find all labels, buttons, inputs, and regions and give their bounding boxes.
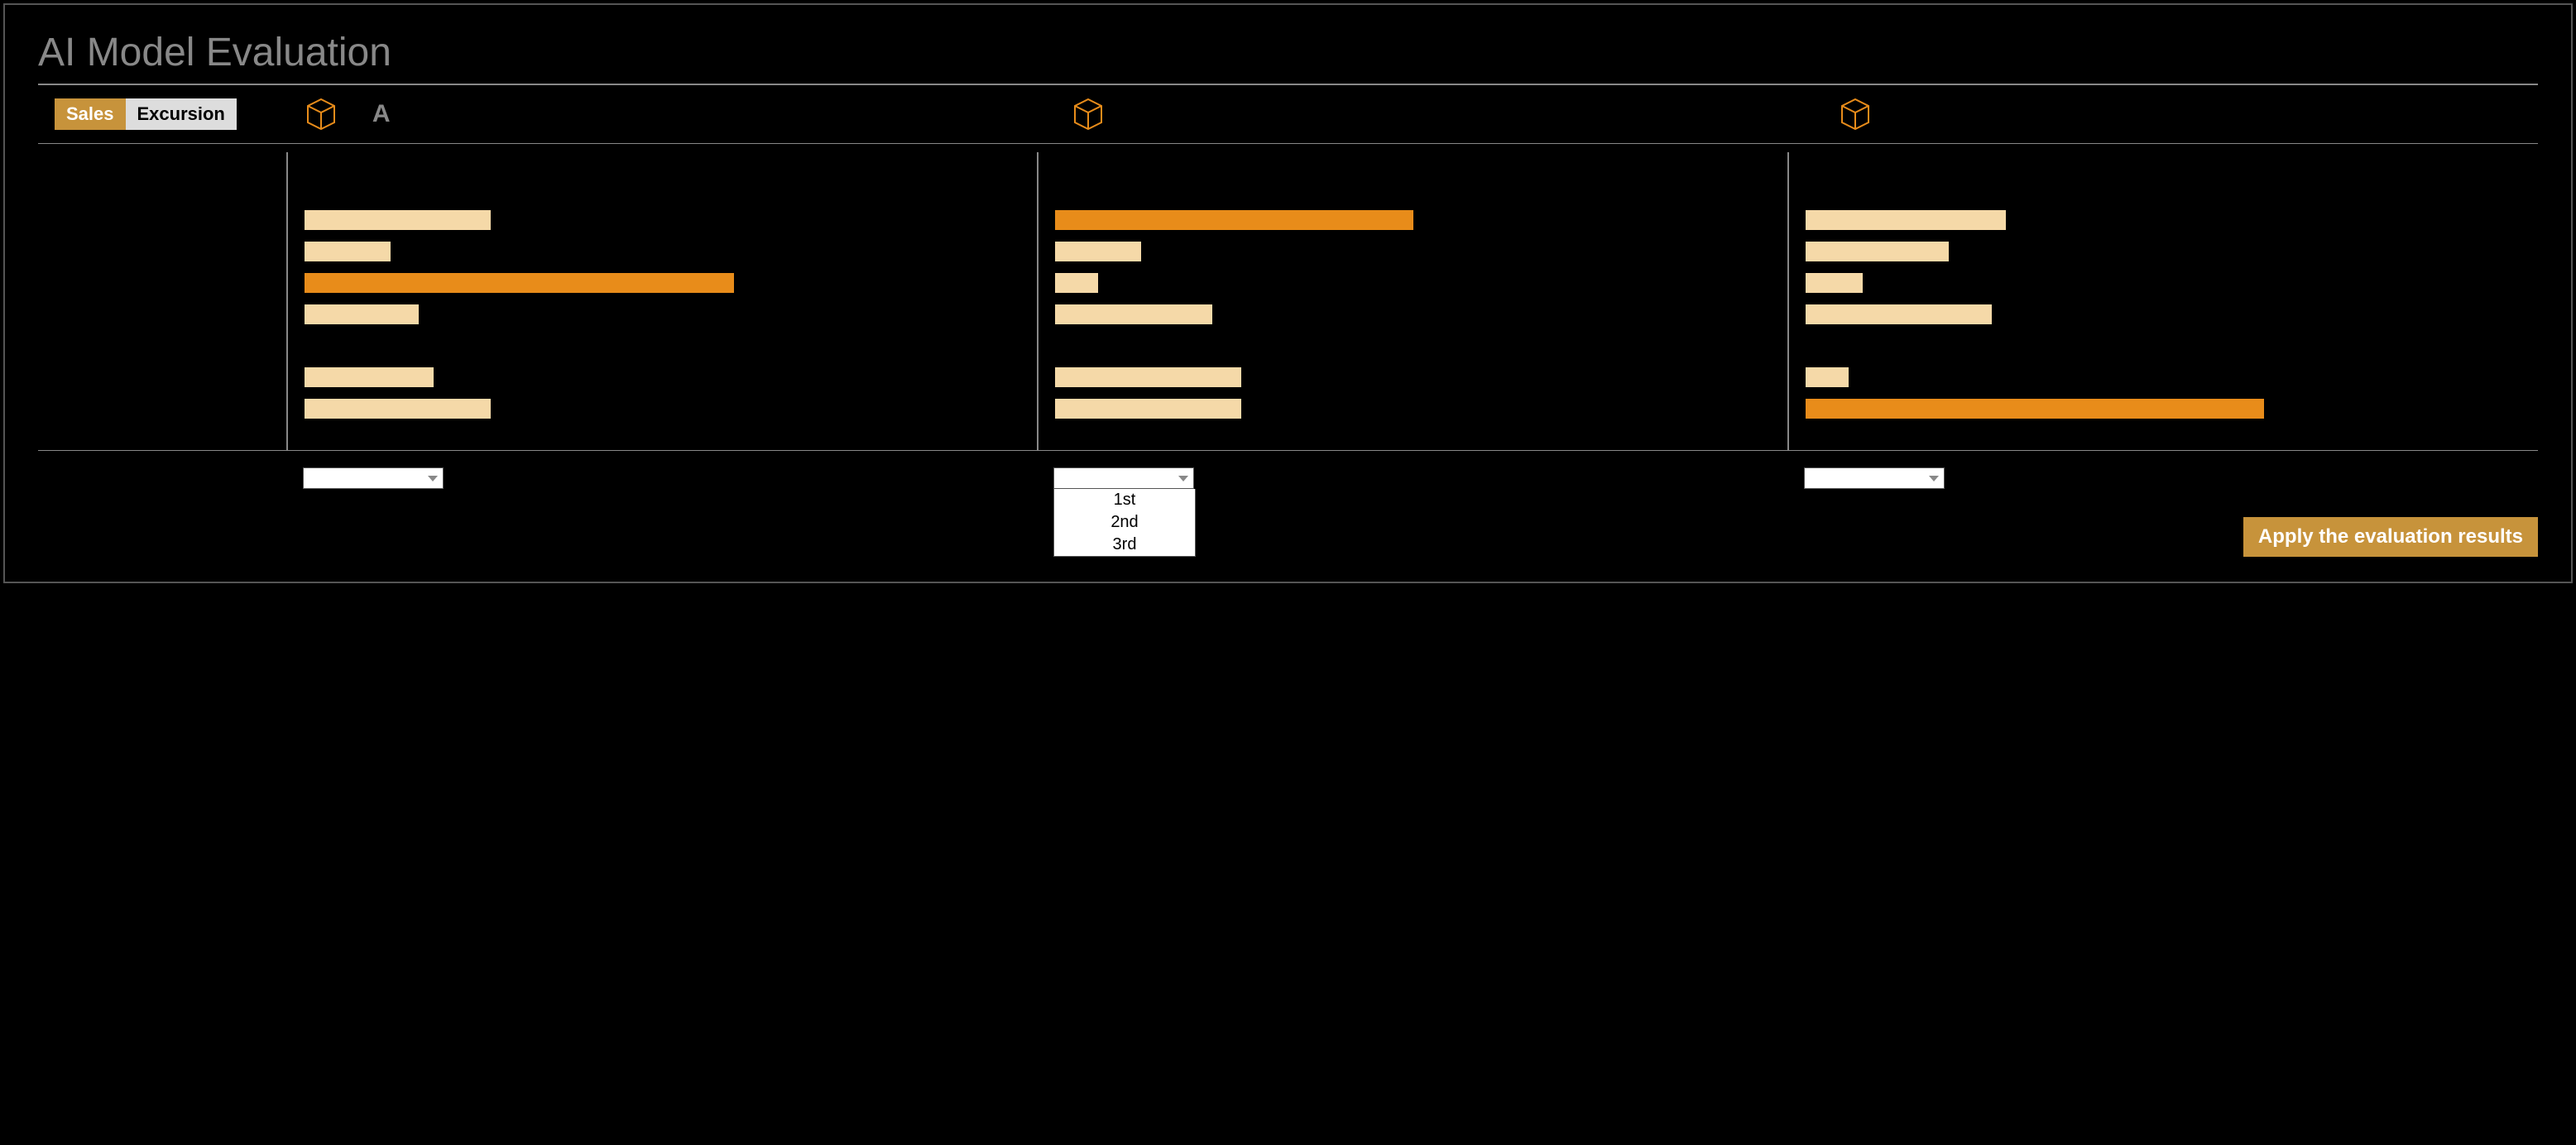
tab-sales[interactable]: Sales	[55, 98, 126, 130]
bar	[305, 273, 734, 293]
bar	[1806, 399, 2264, 419]
bar-slot	[305, 304, 1020, 324]
model-header-a: A	[237, 96, 1004, 132]
chart-model-a	[286, 152, 1037, 450]
chart-model-b	[1037, 152, 1787, 450]
rank-dropdown-c[interactable]	[1804, 467, 1945, 489]
bar-slot	[1806, 399, 2521, 419]
rank-col-a	[286, 467, 1037, 489]
cube-icon	[303, 96, 339, 132]
bar-slot	[1055, 304, 1771, 324]
bar	[1806, 273, 1863, 293]
bar-slot	[305, 336, 1020, 356]
bar-slot	[1055, 273, 1771, 293]
rank-col-c	[1787, 467, 2538, 489]
model-letter-a: A	[372, 100, 391, 128]
model-header-c	[1771, 96, 2538, 132]
row-labels-blank	[38, 152, 286, 450]
chart-model-c	[1787, 152, 2538, 450]
bar-slot	[1806, 367, 2521, 387]
bar	[1055, 304, 1212, 324]
rank-dropdown-a[interactable]	[303, 467, 444, 489]
bar	[1806, 242, 1949, 261]
app-frame: AI Model Evaluation Sales Excursion A	[3, 3, 2573, 583]
footer-row: 1st 2nd 3rd	[38, 451, 2538, 557]
rank-dropdown-b[interactable]	[1053, 467, 1194, 489]
bar-slot	[305, 210, 1020, 230]
cube-icon	[1837, 96, 1873, 132]
bar-slot	[1806, 336, 2521, 356]
chevron-down-icon	[1178, 476, 1188, 481]
bar-slot	[1806, 210, 2521, 230]
bar-slot	[305, 273, 1020, 293]
rank-option-3rd[interactable]: 3rd	[1054, 534, 1195, 556]
bar-slot	[1806, 242, 2521, 261]
page-title: AI Model Evaluation	[38, 30, 2538, 75]
bar-slot	[305, 399, 1020, 419]
bar	[1055, 273, 1098, 293]
bar	[1055, 210, 1413, 230]
divider	[38, 143, 2538, 144]
bar-slot	[1806, 304, 2521, 324]
chevron-down-icon	[428, 476, 438, 481]
bar	[305, 399, 491, 419]
header-row: Sales Excursion A	[38, 85, 2538, 143]
bar-slot	[1806, 273, 2521, 293]
chevron-down-icon	[1929, 476, 1939, 481]
bar-slot	[1055, 399, 1771, 419]
rank-option-1st[interactable]: 1st	[1054, 489, 1195, 511]
tab-excursion[interactable]: Excursion	[126, 98, 237, 130]
bar	[1055, 242, 1141, 261]
rank-option-2nd[interactable]: 2nd	[1054, 511, 1195, 534]
rank-col-b: 1st 2nd 3rd	[1037, 467, 1787, 557]
apply-button[interactable]: Apply the evaluation results	[2243, 517, 2538, 557]
bar	[1806, 304, 1992, 324]
tabs: Sales Excursion	[55, 98, 237, 130]
bar	[1055, 367, 1241, 387]
bar	[305, 242, 391, 261]
bar-slot	[305, 242, 1020, 261]
bar	[1055, 399, 1241, 419]
bar-slot	[1055, 367, 1771, 387]
bar-slot	[305, 367, 1020, 387]
bar	[1806, 367, 1849, 387]
bar	[305, 367, 434, 387]
charts-area	[38, 152, 2538, 450]
bar	[1806, 210, 2006, 230]
model-labels: A	[237, 96, 2538, 132]
model-header-b	[1004, 96, 1771, 132]
bar-slot	[1055, 336, 1771, 356]
bar	[305, 210, 491, 230]
bar-slot	[1055, 210, 1771, 230]
cube-icon	[1070, 96, 1106, 132]
rank-dropdown-list: 1st 2nd 3rd	[1053, 489, 1196, 557]
bar-slot	[1055, 242, 1771, 261]
bar	[305, 304, 419, 324]
